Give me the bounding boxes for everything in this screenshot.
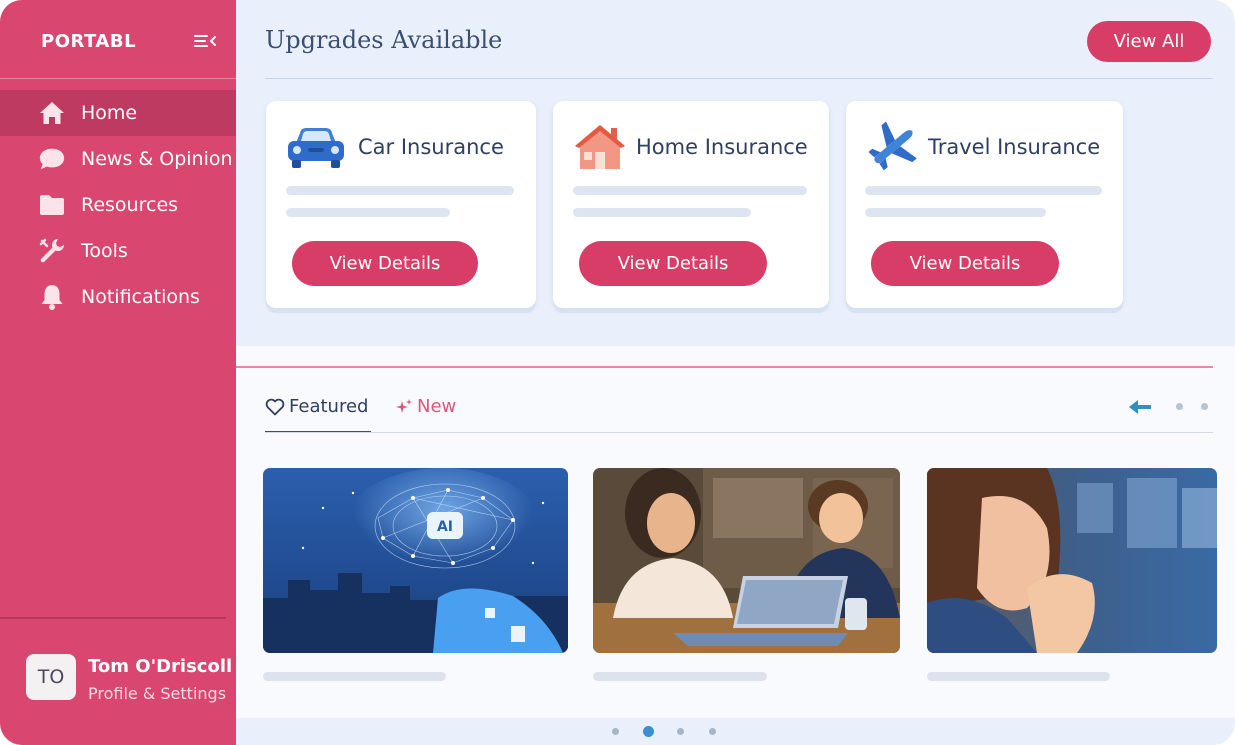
carousel-dot[interactable] [612, 728, 619, 735]
folder-icon [38, 191, 66, 219]
card-title: Home Insurance [636, 135, 808, 159]
section-divider [236, 366, 1213, 368]
text-placeholder [263, 672, 446, 681]
sidebar-item-tools[interactable]: Tools [0, 228, 236, 274]
text-placeholder [865, 186, 1102, 195]
sidebar-divider [0, 78, 236, 79]
avatar[interactable]: TO [26, 654, 76, 700]
sparkle-icon [395, 398, 413, 416]
travel-view-details-button[interactable]: View Details [871, 241, 1059, 286]
brand-logo: PORTABL [41, 31, 137, 52]
tab-featured[interactable]: Featured [265, 396, 368, 417]
view-all-button[interactable]: View All [1087, 21, 1211, 62]
sidebar-item-label: Notifications [81, 286, 200, 308]
text-placeholder [286, 186, 514, 195]
thumbnail-people-laptop[interactable] [593, 468, 900, 653]
text-placeholder [286, 208, 450, 217]
text-placeholder [573, 208, 751, 217]
tabs-divider [265, 432, 1213, 433]
sidebar-item-label: Home [81, 102, 138, 124]
text-placeholder [573, 186, 807, 195]
user-divider [0, 617, 226, 619]
heart-icon [265, 398, 285, 416]
sidebar-nav: Home News & Opinion Resources Tools Noti… [0, 90, 236, 320]
sidebar-item-label: Resources [81, 194, 179, 216]
arrow-left-icon[interactable] [1126, 397, 1154, 417]
mini-pager-dot[interactable] [1176, 403, 1183, 410]
sidebar-item-home[interactable]: Home [0, 90, 236, 136]
travel-insurance-card: Travel Insurance View Details [846, 101, 1123, 308]
card-title: Travel Insurance [928, 135, 1101, 159]
home-insurance-card: Home Insurance View Details [553, 101, 829, 308]
car-view-details-button[interactable]: View Details [292, 241, 478, 286]
thumbnail-woman-thinking[interactable] [927, 468, 1217, 653]
ai-badge: AI [437, 519, 453, 535]
wrench-icon [38, 237, 66, 265]
tab-new[interactable]: New [395, 396, 456, 417]
text-placeholder [927, 672, 1110, 681]
app-window: PORTABL Home News & Opinion Resources To… [0, 0, 1235, 745]
mini-pager-dot[interactable] [1201, 403, 1208, 410]
profile-settings-link[interactable]: Profile & Settings [88, 684, 226, 703]
car-icon [286, 121, 346, 173]
chat-bubble-icon [38, 145, 66, 173]
home-icon [38, 99, 66, 127]
carousel-dot[interactable] [709, 728, 716, 735]
carousel-dot[interactable] [677, 728, 684, 735]
text-placeholder [593, 672, 767, 681]
sidebar-item-label: Tools [81, 240, 128, 262]
upgrades-divider [265, 78, 1213, 79]
tab-label: Featured [289, 396, 369, 417]
bell-icon [38, 283, 66, 311]
sidebar-item-news-opinion[interactable]: News & Opinion [0, 136, 236, 182]
tab-label: New [417, 396, 457, 417]
text-placeholder [865, 208, 1046, 217]
upgrades-title: Upgrades Available [265, 26, 503, 54]
car-insurance-card: Car Insurance View Details [266, 101, 536, 308]
sidebar-item-label: News & Opinion [81, 148, 233, 170]
thumbnail-ai-brain[interactable]: AI [263, 468, 568, 653]
sidebar-item-resources[interactable]: Resources [0, 182, 236, 228]
sidebar: PORTABL Home News & Opinion Resources To… [0, 0, 236, 745]
house-icon [573, 121, 627, 173]
airplane-icon [866, 121, 920, 173]
user-name[interactable]: Tom O'Driscoll [88, 656, 232, 677]
sidebar-item-notifications[interactable]: Notifications [0, 274, 236, 320]
card-title: Car Insurance [358, 135, 504, 159]
carousel-dot-active[interactable] [643, 726, 654, 737]
collapse-sidebar-icon[interactable] [193, 31, 217, 51]
home-view-details-button[interactable]: View Details [579, 241, 767, 286]
